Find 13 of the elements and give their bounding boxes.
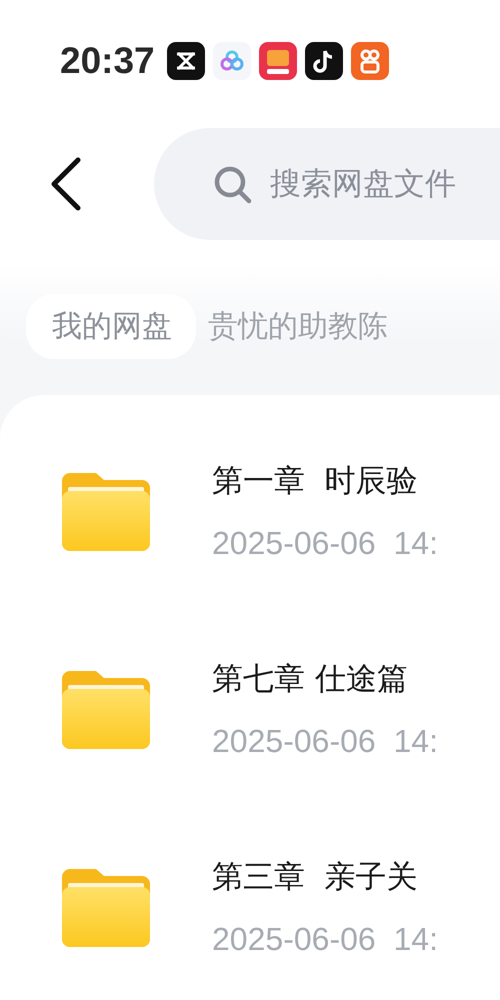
modified-date: 2025-06-06 14: [212, 920, 438, 959]
folder-name[interactable]: 第一章 时辰验 [212, 461, 438, 501]
status-time: 20:37 [60, 40, 155, 82]
folder-name[interactable]: 第三章 亲子关 [212, 857, 438, 897]
search-input[interactable]: 搜索网盘文件 [270, 166, 500, 202]
modified-date: 2025-06-06 14: [212, 524, 438, 563]
folder-name[interactable]: 第七章 仕途篇 [212, 659, 438, 699]
search-bar[interactable]: 搜索网盘文件 [154, 128, 500, 240]
folder-icon [62, 869, 150, 947]
search-icon [212, 164, 252, 204]
modified-date: 2025-06-06 14: [212, 722, 438, 761]
folder-icon [62, 671, 150, 749]
folder-icon [62, 473, 150, 551]
